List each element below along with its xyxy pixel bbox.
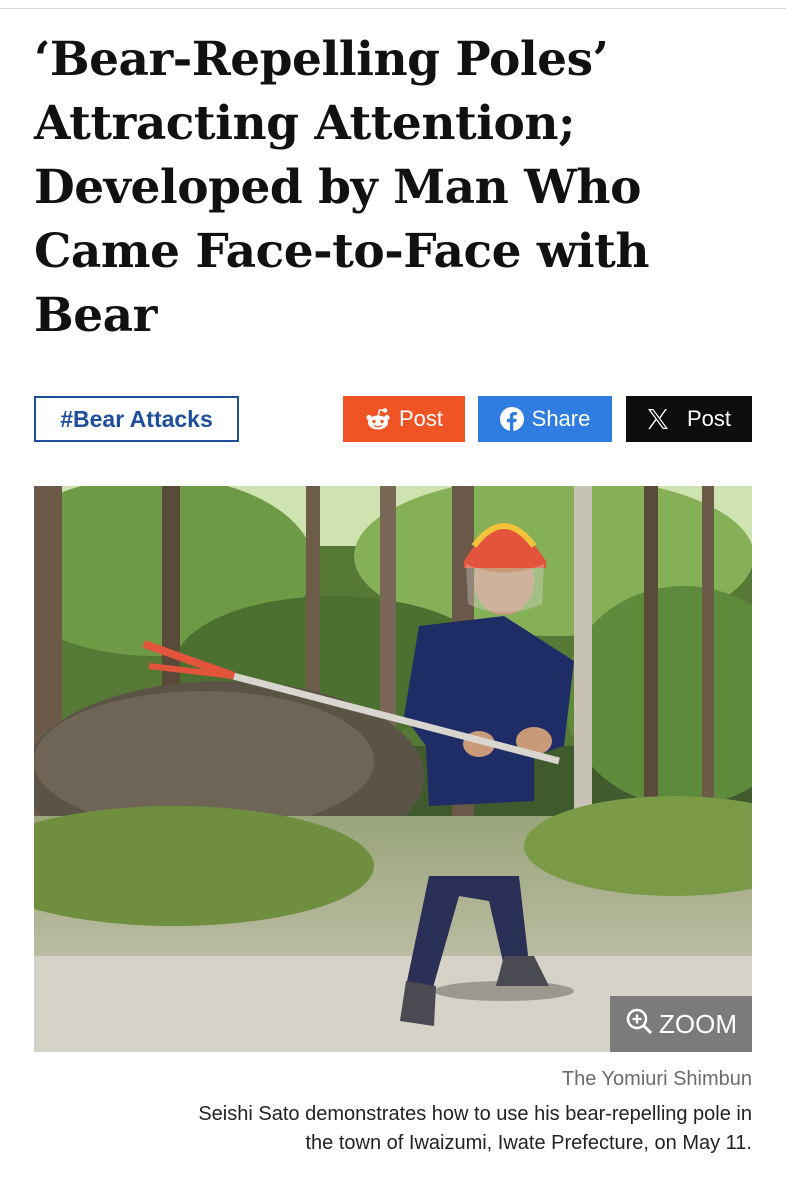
facebook-share-button[interactable]: Share — [478, 396, 612, 442]
photo-credit: The Yomiuri Shimbun — [561, 1068, 752, 1090]
facebook-share-label: Share — [531, 406, 591, 431]
article-page: ‘Bear-Repelling Poles’ Attracting Attent… — [0, 0, 786, 1200]
x-icon — [647, 408, 669, 430]
zoom-in-icon — [625, 1007, 653, 1042]
reddit-share-button[interactable]: Post — [343, 396, 465, 442]
x-share-label: Post — [686, 406, 732, 431]
article-photo[interactable]: ZOOM — [34, 486, 752, 1052]
reddit-share-label: Post — [398, 406, 444, 431]
photo-caption: Seishi Sato demonstrates how to use his … — [198, 1103, 752, 1154]
facebook-icon — [499, 407, 524, 431]
zoom-label: ZOOM — [659, 1008, 737, 1039]
top-divider — [0, 8, 786, 9]
article-headline: ‘Bear-Repelling Poles’ Attracting Attent… — [34, 32, 650, 343]
x-share-button[interactable]: Post — [626, 396, 752, 442]
photo-illustration — [34, 486, 752, 1052]
tag-bear-attacks[interactable]: #Bear Attacks — [34, 396, 239, 442]
zoom-button[interactable]: ZOOM — [610, 996, 752, 1052]
reddit-icon — [365, 407, 391, 431]
